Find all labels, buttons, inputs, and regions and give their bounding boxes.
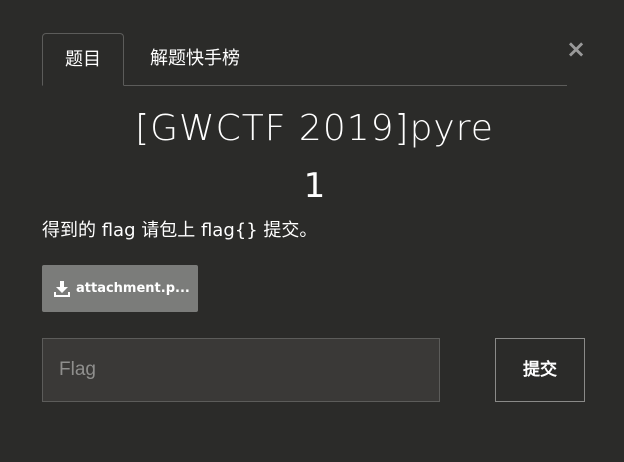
challenge-modal: × 题目 解题快手榜 [GWCTF 2019]pyre 1 得到的 flag 请… [0, 0, 624, 462]
download-icon [53, 280, 71, 298]
challenge-value: 1 [303, 166, 326, 206]
flag-input[interactable] [42, 338, 440, 402]
attachment-download-button[interactable]: attachment.p... [42, 265, 198, 312]
submit-button[interactable]: 提交 [495, 338, 585, 402]
challenge-title: [GWCTF 2019]pyre [135, 108, 494, 149]
tab-challenge[interactable]: 题目 [42, 33, 124, 86]
challenge-description: 得到的 flag 请包上 flag{} 提交。 [42, 220, 318, 241]
attachment-filename: attachment.p... [76, 281, 190, 296]
tab-bar: 题目 解题快手榜 [42, 33, 567, 86]
tab-solves-leaderboard[interactable]: 解题快手榜 [124, 33, 266, 85]
